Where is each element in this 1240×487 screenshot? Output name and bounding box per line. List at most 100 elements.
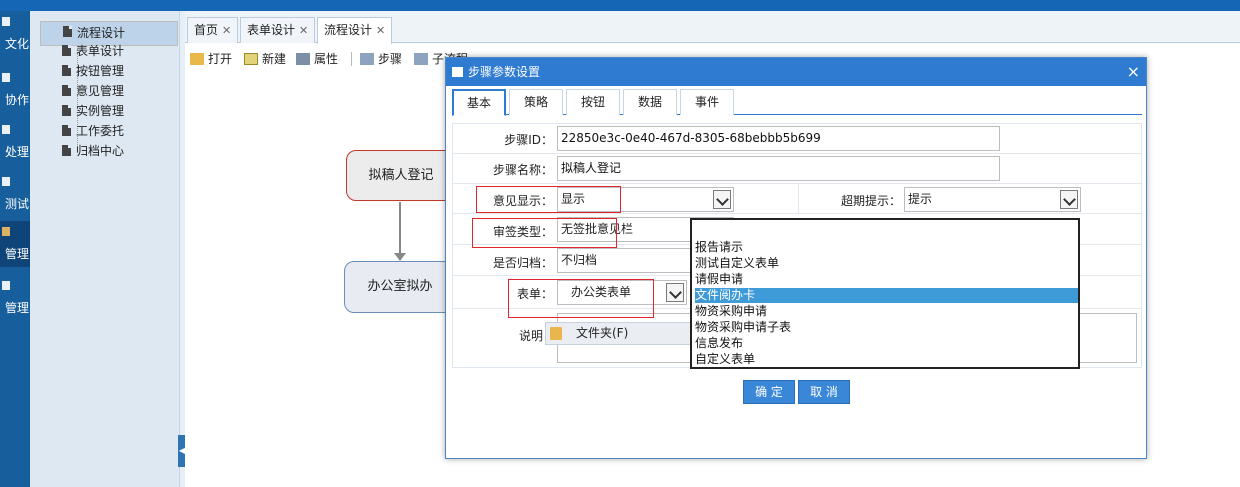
chevron-down-icon[interactable] <box>1060 190 1078 209</box>
step-button[interactable]: 步骤 <box>360 50 402 68</box>
tab-basic[interactable]: 基本 <box>452 89 506 116</box>
list-item[interactable]: 测试自定义表单 <box>695 256 1078 271</box>
window-icon <box>452 67 463 77</box>
module-item-active[interactable]: 管理 <box>0 221 30 267</box>
module-icon <box>2 73 10 82</box>
open-button[interactable]: 打开 <box>190 50 232 68</box>
tab-buttons[interactable]: 按钮 <box>566 89 620 115</box>
document-icon <box>62 85 71 96</box>
new-button[interactable]: 新建 <box>244 50 286 68</box>
list-item[interactable]: 报告请示 <box>695 240 1078 255</box>
list-item[interactable]: 请假申请 <box>695 272 1078 287</box>
list-item[interactable]: 物资采购申请 <box>695 304 1078 319</box>
document-icon <box>62 125 71 136</box>
tree-item-delegation[interactable]: 工作委托 <box>40 121 178 141</box>
list-item[interactable]: 自定义表单 <box>695 352 1078 367</box>
module-label: 文化 <box>4 37 29 51</box>
dialog-tab-bar: 基本 策略 按钮 数据 事件 <box>452 89 1142 116</box>
tab-data[interactable]: 数据 <box>623 89 677 115</box>
module-icon <box>2 125 10 134</box>
close-icon[interactable]: × <box>1127 58 1140 86</box>
column-divider <box>798 184 799 214</box>
module-label: 协作 <box>4 93 29 107</box>
description-label: 说明 <box>518 329 543 343</box>
module-bar: 文化 协作 处理 测试 管理 管理 <box>0 11 30 487</box>
flow-node-drafter[interactable]: 拟稿人登记 <box>346 150 456 201</box>
list-item[interactable]: 信息发布 <box>695 336 1078 351</box>
tab-bar: 首页 ✕ 表单设计 ✕ 流程设计 ✕ <box>185 11 1240 44</box>
tree-item-form-design[interactable]: 表单设计 <box>40 41 178 61</box>
tools-icon <box>296 53 310 65</box>
document-icon <box>63 26 72 37</box>
list-item[interactable]: 物资采购申请子表 <box>695 320 1078 335</box>
tab-flow-design[interactable]: 流程设计 ✕ <box>317 17 393 44</box>
flow-node-office[interactable]: 办公室拟办 <box>344 261 456 313</box>
close-icon[interactable]: ✕ <box>376 24 385 37</box>
step-icon <box>360 53 374 65</box>
tab-form-design[interactable]: 表单设计 ✕ <box>240 17 316 43</box>
nav-tree: 流程设计 表单设计 按钮管理 意见管理 实例管理 工作委托 归档中心 <box>30 11 180 487</box>
tab-events[interactable]: 事件 <box>680 89 734 115</box>
tree-item-instance-mgmt[interactable]: 实例管理 <box>40 101 178 121</box>
dialog-title: 步骤参数设置 <box>468 65 541 79</box>
tree-item-button-mgmt[interactable]: 按钮管理 <box>40 61 178 81</box>
flow-connector[interactable] <box>399 202 401 254</box>
confirm-button[interactable]: 确 定 <box>743 380 795 404</box>
tree-item-archive-center[interactable]: 归档中心 <box>40 141 178 161</box>
folder-icon <box>190 53 204 65</box>
module-label: 管理 <box>4 247 29 261</box>
new-icon <box>244 53 258 65</box>
document-icon <box>62 145 71 156</box>
tree-item-label: 工作委托 <box>76 124 125 138</box>
module-item[interactable]: 管理 <box>0 275 30 321</box>
timeout-hint-label: 超期提示： <box>840 194 901 208</box>
annotation-box <box>476 186 621 213</box>
close-icon[interactable]: ✕ <box>299 24 308 37</box>
step-name-field[interactable]: 拟稿人登记 <box>557 156 1000 181</box>
module-item[interactable]: 处理 <box>0 119 30 165</box>
tab-label: 流程设计 <box>324 23 373 37</box>
tree-item-label: 表单设计 <box>76 44 125 58</box>
properties-button[interactable]: 属性 <box>296 50 338 68</box>
module-icon <box>2 281 10 290</box>
tree-item-label: 意见管理 <box>76 84 125 98</box>
tree-item-opinion-mgmt[interactable]: 意见管理 <box>40 81 178 101</box>
tab-label: 首页 <box>194 23 219 37</box>
context-menu-item[interactable]: 文件夹(F) <box>576 323 628 344</box>
module-icon <box>2 177 10 186</box>
tree-item-label: 按钮管理 <box>76 64 125 78</box>
form-row: 步骤名称： 拟稿人登记 <box>453 154 1141 184</box>
subflow-icon <box>414 53 428 65</box>
step-id-field[interactable]: 22850e3c-0e40-467d-8305-68bebbb5b699 <box>557 126 1000 151</box>
cancel-button[interactable]: 取 消 <box>798 380 850 404</box>
select-value: 提示 <box>908 192 933 206</box>
module-item[interactable]: 测试 <box>0 171 30 217</box>
list-item-highlighted[interactable]: 文件阅办卡 <box>695 288 1078 303</box>
chevron-down-icon[interactable] <box>666 283 684 302</box>
module-label: 处理 <box>4 145 29 159</box>
annotation-box <box>472 218 617 248</box>
close-icon[interactable]: ✕ <box>222 24 231 37</box>
tree-item-label: 归档中心 <box>76 144 125 158</box>
module-item[interactable]: 协作 <box>0 67 30 113</box>
step-name-label: 步骤名称： <box>492 163 553 177</box>
form-row: 步骤ID： 22850e3c-0e40-467d-8305-68bebbb5b6… <box>453 124 1141 154</box>
tab-home[interactable]: 首页 ✕ <box>187 17 239 43</box>
module-item[interactable]: 文化 <box>0 11 30 57</box>
folder-icon <box>550 327 562 340</box>
step-id-label: 步骤ID： <box>504 133 553 147</box>
archive-label: 是否归档： <box>492 256 553 270</box>
module-label: 管理 <box>4 301 29 315</box>
document-icon <box>62 105 71 116</box>
dialog-titlebar[interactable]: 步骤参数设置 × <box>446 58 1146 86</box>
timeout-hint-select[interactable]: 提示 <box>904 187 1081 212</box>
annotation-box <box>508 279 654 318</box>
select-value: 不归档 <box>561 253 598 267</box>
tab-strategy[interactable]: 策略 <box>509 89 563 115</box>
module-icon <box>2 227 10 236</box>
chevron-down-icon[interactable] <box>713 190 731 209</box>
document-icon <box>62 45 71 56</box>
tree-item-label: 实例管理 <box>76 104 125 118</box>
arrow-down-icon <box>394 253 406 261</box>
form-dropdown-list[interactable]: 报告请示 测试自定义表单 请假申请 文件阅办卡 物资采购申请 物资采购申请子表 … <box>690 218 1080 369</box>
